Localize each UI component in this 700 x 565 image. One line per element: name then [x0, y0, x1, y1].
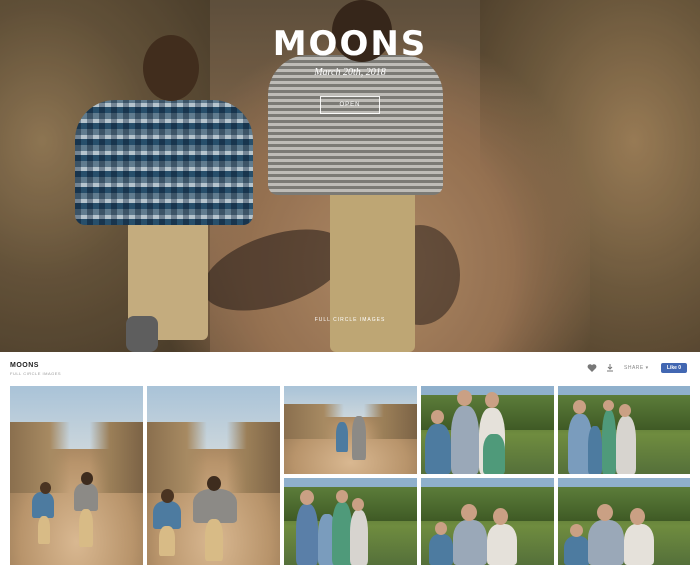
photo-thumbnail[interactable]: [558, 478, 690, 565]
person-head: [619, 404, 631, 417]
person-head: [352, 498, 364, 511]
child-figure: [205, 519, 223, 561]
photo-thumbnail[interactable]: [558, 386, 690, 474]
child-figure: [193, 489, 237, 523]
photo-thumbnail[interactable]: [421, 478, 554, 565]
photo-thumbnail[interactable]: [147, 386, 280, 565]
person-figure: [616, 416, 636, 474]
header-subtitle: FULL CIRCLE IMAGES: [10, 371, 62, 376]
person-head: [300, 490, 314, 505]
person-figure: [564, 536, 590, 565]
photo-thumbnail[interactable]: [421, 386, 554, 474]
person-figure: [483, 434, 505, 474]
brand-name: FULL CIRCLE IMAGES: [314, 317, 386, 323]
gallery-header: MOONS FULL CIRCLE IMAGES SHARE ▾ Like 0: [0, 352, 700, 384]
cover-photo: MOONS March 20th, 2018 OPEN FULL CIRCLE …: [0, 0, 700, 352]
person-figure: [296, 504, 318, 565]
photo-thumbnail[interactable]: [10, 386, 143, 565]
open-button[interactable]: OPEN: [320, 96, 380, 114]
person-figure: [453, 520, 487, 565]
child-figure: [153, 501, 181, 529]
person-figure: [602, 410, 616, 474]
person-figure: [588, 426, 602, 474]
header-title: MOONS: [10, 362, 39, 369]
person-head: [597, 504, 613, 521]
person-head: [457, 390, 472, 406]
person-head: [336, 490, 348, 503]
trees: [558, 486, 690, 522]
person-head: [493, 508, 508, 525]
bushes: [10, 421, 143, 494]
person-figure: [429, 534, 453, 565]
person-figure: [332, 502, 352, 565]
child-figure: [352, 416, 366, 460]
heart-icon[interactable]: [587, 363, 597, 373]
child-head: [40, 482, 51, 494]
bushes: [284, 403, 417, 439]
child-figure: [74, 483, 98, 511]
person-figure: [451, 406, 479, 474]
child-figure: [79, 509, 93, 547]
child-figure: [159, 526, 175, 556]
share-button[interactable]: SHARE ▾: [624, 365, 649, 371]
child-figure: [38, 516, 50, 544]
person-head: [435, 522, 447, 535]
trees: [421, 486, 554, 522]
child-figure: [336, 422, 348, 452]
photo-grid: [0, 384, 700, 565]
person-head: [573, 400, 586, 414]
child-head: [161, 489, 174, 503]
gallery-date: March 20th, 2018: [314, 67, 386, 78]
gallery-title: MOONS: [272, 24, 428, 64]
person-figure: [624, 524, 654, 565]
person-head: [485, 392, 499, 408]
person-head: [570, 524, 583, 537]
person-head: [461, 504, 477, 521]
person-figure: [487, 524, 517, 565]
child-head: [207, 476, 221, 491]
person-head: [431, 410, 444, 424]
person-head: [630, 508, 645, 525]
person-head: [603, 400, 614, 411]
photo-thumbnail[interactable]: [284, 386, 417, 474]
download-icon[interactable]: [605, 363, 615, 373]
child-figure: [32, 492, 54, 518]
facebook-like-button[interactable]: Like 0: [661, 363, 687, 373]
person-figure: [425, 424, 451, 474]
person-figure: [350, 510, 368, 565]
child-head: [81, 472, 93, 485]
person-figure: [588, 520, 624, 565]
photo-thumbnail[interactable]: [284, 478, 417, 565]
